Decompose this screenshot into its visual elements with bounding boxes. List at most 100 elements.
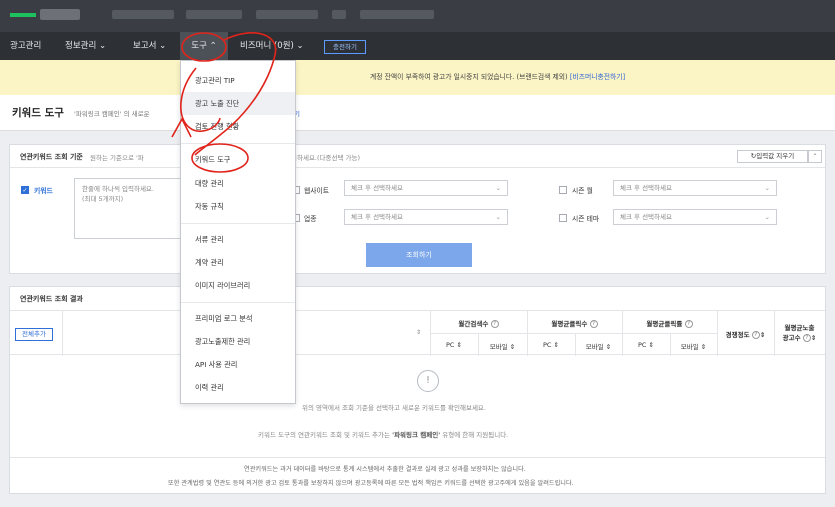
- menu-item-auto-rules[interactable]: 자동 규칙: [181, 195, 295, 218]
- sub-col-mobile[interactable]: 모바일 ⇕: [478, 341, 527, 351]
- keyword-textarea[interactable]: 한줄에 하나씩 입력하세요. (최대 5개까지): [74, 178, 194, 239]
- nav-tools[interactable]: 도구 ⌃: [180, 32, 228, 60]
- menu-item-contract-management[interactable]: 계약 관리: [181, 251, 295, 274]
- page-subtitle: '파워링크 캠페인' 의 새로운: [74, 110, 150, 118]
- menu-divider: [181, 223, 295, 224]
- page-header: 키워드 도구 '파워링크 캠페인' 의 새로운 기: [0, 95, 835, 131]
- menu-item-premium-log-analysis[interactable]: 프리미엄 로그 분석: [181, 307, 295, 330]
- balance-notice: 계정 잔액이 부족하여 광고가 일시중지 되었습니다. (브랜드검색 제외) […: [0, 60, 835, 95]
- sub-col-pc[interactable]: PC ⇕: [527, 341, 575, 349]
- sub-col-mobile[interactable]: 모바일 ⇕: [575, 341, 622, 351]
- add-all-button[interactable]: 전체추가: [15, 328, 53, 341]
- season-theme-select[interactable]: 체크 후 선택하세요 ⌄: [613, 209, 777, 225]
- column-divider: [62, 311, 63, 356]
- nav-bizmoney[interactable]: 비즈머니 (0원) ⌄: [240, 32, 304, 60]
- results-panel-title: 연관키워드 조회 결과: [20, 295, 83, 303]
- menu-item-bulk-management[interactable]: 대량 관리: [181, 172, 295, 195]
- industry-label: 업종: [304, 215, 317, 223]
- menu-item-review-status[interactable]: 검토 진행 현황: [181, 115, 295, 138]
- sub-col-mobile-label: 모바일: [585, 343, 604, 351]
- divider: [10, 457, 825, 458]
- help-icon[interactable]: ?: [751, 331, 760, 339]
- notice-text: 계정 잔액이 부족하여 광고가 일시중지 되었습니다. (브랜드검색 제외): [370, 73, 570, 81]
- empty-message: 위의 영역에서 조회 기준을 선택하고 새로운 키워드를 확인해보세요.: [302, 404, 486, 412]
- menu-item-api-management[interactable]: API 사용 관리: [181, 353, 295, 376]
- col-competition[interactable]: 경쟁정도 ? ⇕: [717, 329, 774, 339]
- empty-support-bold: '파워링크 캠페인': [392, 431, 441, 439]
- keyword-checkbox[interactable]: ✓: [21, 186, 29, 194]
- help-icon[interactable]: ?: [490, 320, 499, 328]
- sub-col-pc-label: PC: [638, 341, 647, 349]
- keyword-label: 키워드: [34, 187, 53, 195]
- sort-icon[interactable]: ⇕: [457, 341, 462, 349]
- search-button[interactable]: 조회하기: [366, 243, 472, 267]
- nav-info-management[interactable]: 정보관리 ⌄: [65, 32, 106, 60]
- season-month-checkbox[interactable]: [559, 186, 567, 194]
- blurred-menu-item: [360, 10, 434, 19]
- charge-button[interactable]: 충전하기: [324, 40, 366, 54]
- logo[interactable]: [10, 13, 36, 17]
- top-bar: [0, 0, 835, 32]
- disclaimer-line-2: 또한 관계법령 및 연관도 등에 의거한 광고 검토 통과를 보장하지 않으며 …: [168, 480, 574, 487]
- page-title: 키워드 도구: [12, 107, 64, 119]
- keyword-placeholder-line1: 한줄에 하나씩 입력하세요.: [82, 185, 154, 193]
- chevron-down-icon: ⌄: [495, 213, 501, 221]
- sub-col-pc[interactable]: PC ⇕: [430, 341, 478, 349]
- header-row-divider: [430, 333, 717, 334]
- tools-dropdown-menu: 광고관리 TIP 광고 노출 진단 검토 진행 현황 키워드 도구 대량 관리 …: [180, 60, 296, 404]
- main-nav: 광고관리 정보관리 ⌄ 보고서 ⌄ 도구 ⌃ 비즈머니 (0원) ⌄ 충전하기: [0, 32, 835, 60]
- chevron-down-icon: ⌄: [495, 184, 501, 192]
- chevron-down-icon: ⌄: [764, 213, 770, 221]
- reset-input-button[interactable]: ↻입력값 지우기: [737, 150, 808, 163]
- disclaimer-line-1: 연관키워드는 과거 데이터를 바탕으로 통계 시스템에서 추출한 결과로 실제 …: [244, 466, 526, 473]
- empty-support-prefix: 키워드 도구의 연관키워드 조회 및 키워드 추가는: [258, 431, 393, 439]
- season-theme-label: 시즌 테마: [572, 215, 600, 223]
- season-month-select[interactable]: 체크 후 선택하세요 ⌄: [613, 180, 777, 196]
- industry-select-value: 체크 후 선택하세요: [351, 213, 403, 221]
- menu-item-history-management[interactable]: 이력 관리: [181, 376, 295, 399]
- nav-ad-management[interactable]: 광고관리: [10, 32, 41, 60]
- menu-item-exposure-diagnosis[interactable]: 광고 노출 진단: [181, 92, 295, 115]
- sub-col-pc-label: PC: [446, 341, 455, 349]
- help-icon[interactable]: ?: [589, 320, 598, 328]
- col-avg-ad-exposure[interactable]: 월평균노출 광고수 ? ⇕: [774, 323, 825, 343]
- results-panel: 연관키워드 조회 결과 전체추가 ⇕ 월간검색수 ? 월평균클릭수 ? 월평균클…: [9, 286, 826, 494]
- menu-divider: [181, 302, 295, 303]
- sort-icon[interactable]: ⇕: [701, 343, 706, 351]
- col-monthly-avg-ctr-label: 월평균클릭률: [646, 320, 683, 328]
- blurred-menu-item: [186, 10, 242, 19]
- sub-col-mobile-label: 모바일: [680, 343, 699, 351]
- sort-icon[interactable]: ⇕: [416, 329, 421, 336]
- website-select[interactable]: 체크 후 선택하세요 ⌄: [344, 180, 508, 196]
- results-table-header: 전체추가 ⇕ 월간검색수 ? 월평균클릭수 ? 월평균클릭률 ? 경쟁정도 ? ⇕…: [10, 310, 825, 356]
- sub-col-mobile[interactable]: 모바일 ⇕: [670, 341, 717, 351]
- col-monthly-search[interactable]: 월간검색수 ?: [430, 318, 527, 328]
- sort-icon[interactable]: ⇕: [760, 331, 765, 339]
- menu-item-image-library[interactable]: 이미지 라이브러리: [181, 274, 295, 297]
- col-monthly-avg-clicks[interactable]: 월평균클릭수 ?: [527, 318, 622, 328]
- help-icon[interactable]: ?: [684, 320, 693, 328]
- empty-support-suffix: 유형에 한해 지원됩니다.: [440, 431, 509, 439]
- collapse-button[interactable]: ⌃: [808, 150, 822, 163]
- col-monthly-avg-clicks-label: 월평균클릭수: [551, 320, 588, 328]
- bizmoney-charge-link[interactable]: [비즈머니충전하기]: [570, 73, 625, 81]
- season-theme-checkbox[interactable]: [559, 214, 567, 222]
- blurred-menu-item: [112, 10, 174, 19]
- sort-icon[interactable]: ⇕: [510, 343, 515, 351]
- website-label: 웹사이트: [304, 187, 330, 195]
- notice-message: 계정 잔액이 부족하여 광고가 일시중지 되었습니다. (브랜드검색 제외) […: [370, 60, 625, 95]
- col-avg-ad-exposure-line2: 광고수: [782, 334, 801, 342]
- menu-item-exposure-restriction[interactable]: 광고노출제한 관리: [181, 330, 295, 353]
- help-icon[interactable]: ?: [802, 334, 811, 342]
- sort-icon[interactable]: ⇕: [649, 341, 654, 349]
- sub-col-pc[interactable]: PC ⇕: [622, 341, 670, 349]
- menu-item-document-management[interactable]: 서류 관리: [181, 228, 295, 251]
- sort-icon[interactable]: ⇕: [554, 341, 559, 349]
- col-monthly-avg-ctr[interactable]: 월평균클릭률 ?: [622, 318, 717, 328]
- sort-icon[interactable]: ⇕: [811, 334, 816, 342]
- menu-item-ad-tips[interactable]: 광고관리 TIP: [181, 69, 295, 92]
- nav-reports[interactable]: 보고서 ⌄: [133, 32, 166, 60]
- sort-icon[interactable]: ⇕: [606, 343, 611, 351]
- menu-item-keyword-tool[interactable]: 키워드 도구: [181, 148, 295, 171]
- industry-select[interactable]: 체크 후 선택하세요 ⌄: [344, 209, 508, 225]
